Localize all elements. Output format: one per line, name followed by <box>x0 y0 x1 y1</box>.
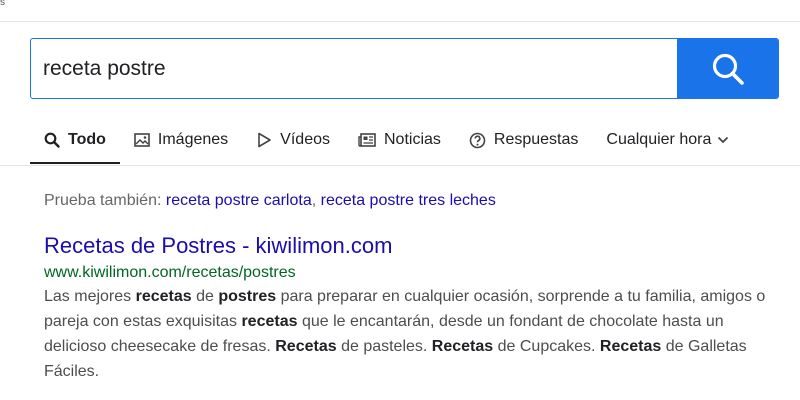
snippet-highlight: recetas <box>135 288 192 305</box>
related-searches-label: Prueba también: <box>44 192 162 209</box>
news-icon <box>358 132 376 148</box>
tab-label: Todo <box>68 131 106 148</box>
related-search-link[interactable]: receta postre tres leches <box>321 192 496 209</box>
search-bar <box>30 38 779 99</box>
tab-label: Noticias <box>383 131 441 148</box>
question-icon <box>469 132 486 149</box>
related-searches: Prueba también: receta postre carlota, r… <box>44 192 496 210</box>
snippet-text: Las mejores <box>44 288 136 305</box>
chevron-down-icon <box>717 136 729 144</box>
tab-respuestas[interactable]: Respuestas <box>455 118 593 162</box>
snippet-highlight: Recetas <box>431 338 494 355</box>
top-divider <box>0 21 800 22</box>
snippet-text: de pasteles. <box>336 338 432 355</box>
result-snippet: Las mejores recetas de postres para prep… <box>44 284 784 384</box>
tab-todo[interactable]: Todo <box>30 118 120 164</box>
search-input[interactable] <box>31 39 677 98</box>
snippet-highlight: Recetas <box>275 338 337 355</box>
top-left-edge-mark: s <box>0 0 5 8</box>
snippet-highlight: recetas <box>241 313 298 330</box>
snippet-highlight: Recetas <box>599 338 662 355</box>
related-search-link[interactable]: receta postre carlota <box>166 192 312 209</box>
tab-label: Vídeos <box>280 131 330 148</box>
snippet-highlight: postres <box>218 288 277 305</box>
time-filter-dropdown[interactable]: Cualquier hora <box>592 118 743 162</box>
result-title-link[interactable]: Recetas de Postres - kiwilimon.com <box>44 232 784 260</box>
time-filter-label: Cualquier hora <box>606 131 712 148</box>
snippet-text: de <box>191 288 219 305</box>
search-result: Recetas de Postres - kiwilimon.com www.k… <box>44 232 784 384</box>
tab-label: Imágenes <box>157 131 229 148</box>
snippet-text: de Cupcakes. <box>493 338 600 355</box>
search-button[interactable] <box>677 39 778 98</box>
image-icon <box>134 132 150 148</box>
search-tabs: Todo Imágenes Vídeos Noticias Respuestas… <box>30 118 743 164</box>
related-separator: , <box>311 192 317 209</box>
tab-noticias[interactable]: Noticias <box>344 118 455 162</box>
search-icon <box>44 132 60 148</box>
tab-imagenes[interactable]: Imágenes <box>120 118 242 162</box>
tab-videos[interactable]: Vídeos <box>242 118 344 162</box>
search-icon <box>712 53 744 85</box>
result-url: www.kiwilimon.com/recetas/postres <box>44 264 296 281</box>
play-icon <box>256 132 272 148</box>
tabs-divider <box>0 165 800 166</box>
tab-label: Respuestas <box>493 131 579 148</box>
